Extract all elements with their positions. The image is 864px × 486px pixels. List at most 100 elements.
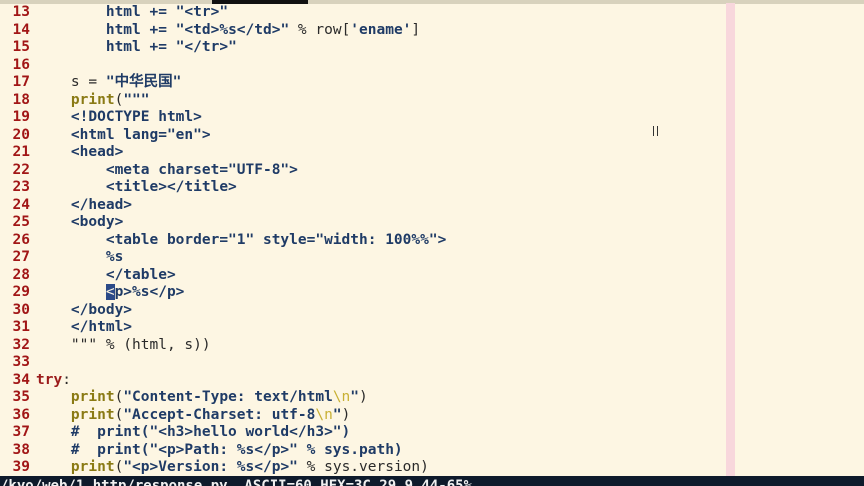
code-line[interactable]: 26 <table border="1" style="width: 100%%… xyxy=(0,232,864,250)
code-text: print("<p>Version: %s</p>" % sys.version… xyxy=(36,459,429,477)
code-token: ( xyxy=(114,459,124,475)
line-number: 18 xyxy=(12,91,30,108)
code-line[interactable]: 24 </head> xyxy=(0,197,864,215)
code-line[interactable]: 27 %s xyxy=(0,249,864,267)
code-token: html += xyxy=(36,39,176,55)
line-number: 32 xyxy=(12,336,30,353)
line-number: 16 xyxy=(12,56,30,73)
code-editor[interactable]: 13 html += "<tr>" 14 html += "<td>%s</td>… xyxy=(0,3,864,477)
code-token: : xyxy=(62,371,71,388)
text-cursor: < xyxy=(105,284,115,300)
code-line[interactable]: 22 <meta charset="UTF-8"> xyxy=(0,162,864,180)
line-number: 15 xyxy=(12,39,30,55)
code-token: print xyxy=(70,389,115,405)
line-number: 39 xyxy=(12,459,30,475)
line-number: 25 xyxy=(12,214,30,230)
code-token: \n xyxy=(315,406,333,423)
code-text: <body> xyxy=(36,214,123,232)
line-number: 19 xyxy=(12,109,30,125)
code-line[interactable]: 39 print("<p>Version: %s</p>" % sys.vers… xyxy=(0,459,864,477)
code-token: 'ename' xyxy=(350,21,412,38)
code-text: </head> xyxy=(36,197,132,215)
code-text: # print("<h3>hello world</h3>") xyxy=(36,424,350,442)
line-number: 22 xyxy=(12,161,30,178)
code-text: </html> xyxy=(36,319,132,337)
line-number: 30 xyxy=(12,301,30,318)
code-line[interactable]: 16 xyxy=(0,57,864,75)
code-text: %s xyxy=(36,249,123,267)
code-token: p>%s</p> xyxy=(114,284,185,300)
code-token: %s xyxy=(36,249,124,265)
code-text: <title></title> xyxy=(36,179,237,197)
line-number: 14 xyxy=(12,21,30,38)
code-token: "<p>Version: %s</p>" xyxy=(123,459,298,475)
code-line[interactable]: 19 <!DOCTYPE html> xyxy=(0,109,864,127)
code-token: "Content-Type: text/html xyxy=(123,389,333,405)
line-number: 34 xyxy=(12,371,30,388)
line-number: 37 xyxy=(12,424,30,440)
line-number: 21 xyxy=(12,144,30,160)
code-line[interactable]: 25 <body> xyxy=(0,214,864,232)
code-token: print xyxy=(70,459,115,475)
code-token: html += xyxy=(36,21,176,38)
code-token: ( xyxy=(114,91,124,108)
code-token: <table border="1" style="width: 100%%"> xyxy=(36,231,447,248)
line-number: 23 xyxy=(12,179,30,195)
code-token: \n xyxy=(332,389,351,405)
code-line[interactable]: 36 print("Accept-Charset: utf-8\n") xyxy=(0,407,864,425)
code-line[interactable]: 30 </body> xyxy=(0,302,864,320)
code-line[interactable]: 32 """ % (html, s)) xyxy=(0,337,864,355)
line-number: 27 xyxy=(12,249,30,265)
code-text: <meta charset="UTF-8"> xyxy=(36,162,298,180)
code-line[interactable]: 13 html += "<tr>" xyxy=(0,4,864,22)
line-number: 33 xyxy=(12,354,30,370)
code-line[interactable]: 21 <head> xyxy=(0,144,864,162)
code-line[interactable]: 37 # print("<h3>hello world</h3>") xyxy=(0,424,864,442)
code-token: print xyxy=(70,91,115,108)
code-text: <html lang="en"> xyxy=(36,127,211,145)
code-token: % sys.version) xyxy=(297,459,429,475)
code-token: "中华民国" xyxy=(105,74,182,90)
code-line[interactable]: 38 # print("<p>Path: %s</p>" % sys.path) xyxy=(0,442,864,460)
code-text: html += "<td>%s</td>" % row['ename'] xyxy=(36,22,420,40)
code-token: """ % (html, s)) xyxy=(36,336,211,353)
code-line[interactable]: 17 s = "中华民国" xyxy=(0,74,864,92)
code-token: <meta charset="UTF-8"> xyxy=(36,161,298,178)
code-line[interactable]: 18 print(""" xyxy=(0,92,864,110)
line-number: 17 xyxy=(12,74,30,90)
code-token: " xyxy=(332,406,342,423)
line-number: 31 xyxy=(12,319,30,335)
code-line[interactable]: 15 html += "</tr>" xyxy=(0,39,864,57)
code-text: html += "</tr>" xyxy=(36,39,237,57)
code-text: print(""" xyxy=(36,92,150,110)
code-line[interactable]: 31 </html> xyxy=(0,319,864,337)
code-line[interactable]: 34 try: xyxy=(0,372,864,390)
code-text: html += "<tr>" xyxy=(36,4,228,22)
code-text: """ % (html, s)) xyxy=(36,337,211,355)
code-line[interactable]: 28 </table> xyxy=(0,267,864,285)
code-token: <title></title> xyxy=(36,179,237,195)
line-number: 28 xyxy=(12,266,30,283)
line-number: 36 xyxy=(12,406,30,423)
code-line[interactable]: 14 html += "<td>%s</td>" % row['ename'] xyxy=(0,22,864,40)
code-text: s = "中华民国" xyxy=(36,74,181,92)
code-token: <!DOCTYPE html> xyxy=(36,109,202,125)
code-line[interactable]: 20 <html lang="en"> xyxy=(0,127,864,145)
code-line[interactable]: 33 xyxy=(0,354,864,372)
line-number: 35 xyxy=(12,389,30,405)
code-token: </body> xyxy=(36,301,133,318)
code-token: </table> xyxy=(36,266,176,283)
code-token: ) xyxy=(341,406,351,423)
code-line[interactable]: 35 print("Content-Type: text/html\n") xyxy=(0,389,864,407)
code-text: try: xyxy=(36,372,71,390)
code-token: <html lang="en"> xyxy=(36,126,211,143)
code-token: html += xyxy=(36,4,176,20)
code-line[interactable]: 29 <p>%s</p> xyxy=(0,284,864,302)
code-token: ) xyxy=(359,389,368,405)
code-text: <table border="1" style="width: 100%%"> xyxy=(36,232,446,250)
code-text: <p>%s</p> xyxy=(36,284,184,302)
code-line[interactable]: 23 <title></title> xyxy=(0,179,864,197)
